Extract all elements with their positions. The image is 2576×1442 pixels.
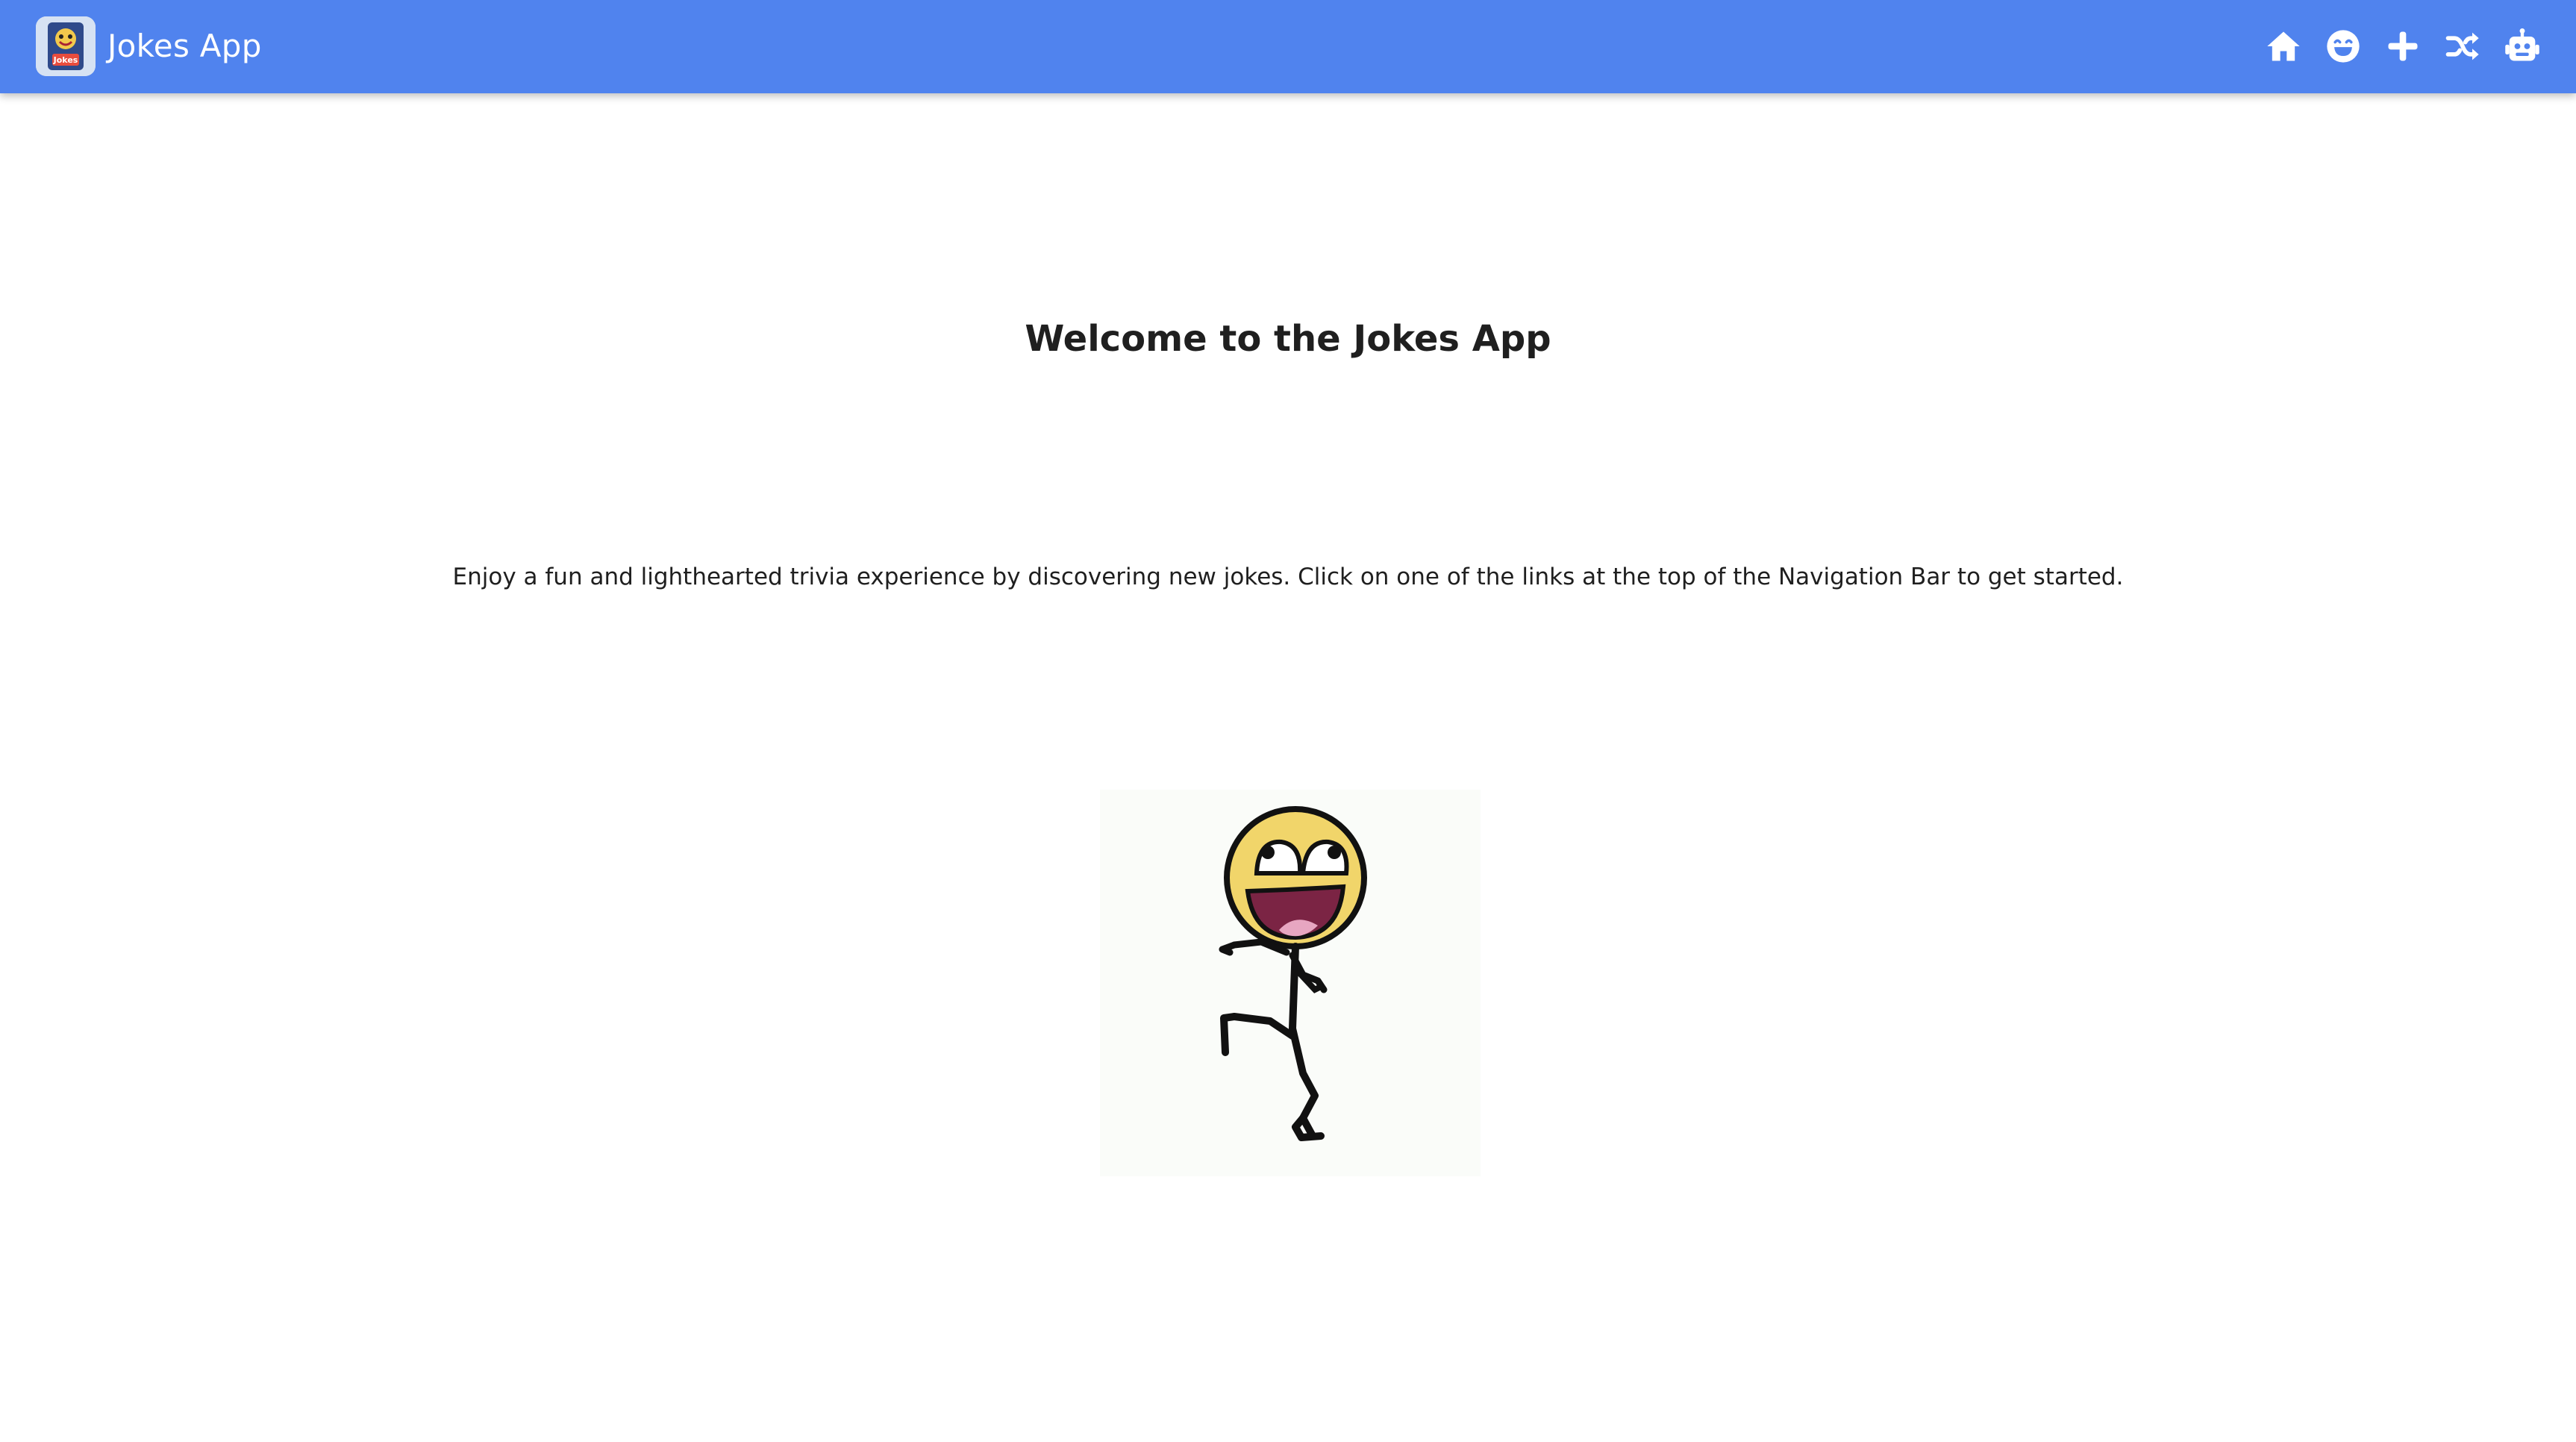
jokes-link[interactable] [2319,22,2367,70]
home-link[interactable] [2260,22,2307,70]
shuffle-icon [2445,32,2479,60]
ai-joke-link[interactable] [2498,22,2546,70]
awesome-face-illustration [1100,790,1481,1176]
top-navigation-bar: Jokes Jokes App [0,0,2576,93]
app-logo: Jokes [36,16,96,76]
home-icon [2267,31,2300,61]
app-title: Jokes App [107,28,262,64]
random-joke-link[interactable] [2439,22,2486,70]
intro-text: Enjoy a fun and lighthearted trivia expe… [452,564,2124,590]
nav-links [2248,22,2546,70]
brand-link[interactable]: Jokes Jokes App [36,16,262,76]
add-joke-link[interactable] [2379,22,2427,70]
logo-text: Jokes [53,55,78,65]
laugh-icon [2327,30,2360,63]
plus-icon [2388,31,2418,61]
page-title: Welcome to the Jokes App [1025,318,1551,360]
robot-icon [2505,28,2539,61]
